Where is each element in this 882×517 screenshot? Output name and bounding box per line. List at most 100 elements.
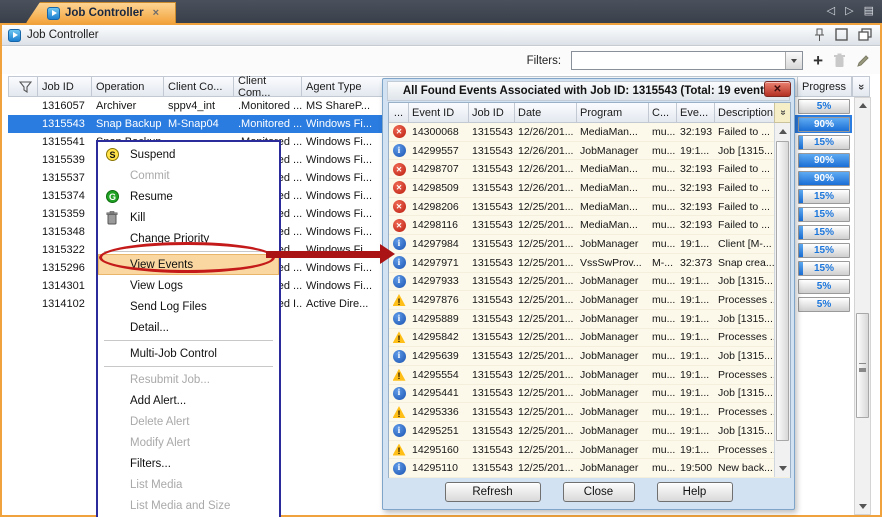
menu-item-multi-job-control[interactable]: Multi-Job Control: [98, 343, 279, 364]
combobox-dropdown-icon[interactable]: [785, 52, 802, 69]
event-code-cell: 32:193: [677, 126, 715, 138]
event-computer-cell: mu...: [649, 350, 677, 362]
event-row[interactable]: 14297933 1315543 12/25/201... JobManager…: [389, 273, 790, 292]
events-scrollbar-thumb[interactable]: [776, 141, 789, 441]
event-row[interactable]: 14295889 1315543 12/25/201... JobManager…: [389, 310, 790, 329]
menu-item-resume[interactable]: G Resume: [98, 186, 279, 207]
column-header-progress[interactable]: Progress: [798, 76, 852, 97]
events-column-chooser-icon[interactable]: »: [774, 103, 790, 123]
column-header-operation[interactable]: Operation: [92, 76, 164, 97]
event-id-column-header[interactable]: Event ID: [409, 103, 469, 123]
menu-item-kill[interactable]: Kill: [98, 207, 279, 228]
filter-funnel-icon[interactable]: [8, 76, 38, 97]
restore-cascade-icon[interactable]: [858, 28, 872, 41]
scroll-up-icon[interactable]: [776, 125, 789, 138]
add-filter-icon[interactable]: +: [813, 54, 823, 68]
event-row[interactable]: 14300068 1315543 12/26/201... MediaMan..…: [389, 123, 790, 142]
event-program-cell: JobManager: [577, 145, 649, 157]
dialog-close-icon[interactable]: ✕: [764, 81, 791, 97]
event-description-cell: Job [1315...: [715, 275, 775, 287]
job-client-co-cell: M-Snap04: [164, 115, 234, 133]
event-row[interactable]: 14295639 1315543 12/25/201... JobManager…: [389, 347, 790, 366]
event-job-id-column-header[interactable]: Job ID: [469, 103, 515, 123]
tab-job-controller[interactable]: Job Controller ×: [26, 2, 176, 23]
events-dialog: All Found Events Associated with Job ID:…: [382, 78, 795, 510]
event-severity-column-header[interactable]: ...: [389, 103, 409, 123]
jobs-scrollbar-thumb[interactable]: [856, 313, 869, 418]
menu-item-suspend[interactable]: S Suspend: [98, 144, 279, 165]
pane-header: Job Controller: [2, 25, 880, 46]
scroll-down-icon[interactable]: [856, 500, 869, 513]
event-id-cell: 14297984: [409, 238, 469, 250]
event-row[interactable]: 14298206 1315543 12/25/201... MediaMan..…: [389, 198, 790, 217]
close-button[interactable]: Close: [563, 482, 635, 502]
column-header-client-com[interactable]: Client Com...: [234, 76, 302, 97]
event-job-id-cell: 1315543: [469, 406, 515, 418]
tab-close-icon[interactable]: ×: [153, 7, 159, 19]
tab-next-icon[interactable]: ▷: [845, 4, 853, 17]
event-row[interactable]: 14295842 1315543 12/25/201... JobManager…: [389, 329, 790, 348]
tab-list-icon[interactable]: ▤: [864, 4, 874, 17]
scroll-down-icon[interactable]: [776, 462, 789, 475]
event-description-cell: Failed to ...: [715, 201, 775, 213]
event-row[interactable]: 14295554 1315543 12/25/201... JobManager…: [389, 366, 790, 385]
tab-prev-icon[interactable]: ◁: [827, 4, 835, 17]
event-row[interactable]: 14298509 1315543 12/26/201... MediaMan..…: [389, 179, 790, 198]
event-row[interactable]: 14297984 1315543 12/25/201... JobManager…: [389, 235, 790, 254]
event-row[interactable]: 14295110 1315543 12/25/201... JobManager…: [389, 459, 790, 478]
event-row[interactable]: 14295441 1315543 12/25/201... JobManager…: [389, 385, 790, 404]
event-code-column-header[interactable]: Eve...: [677, 103, 715, 123]
menu-item-list-media-and-size: List Media and Size: [98, 495, 279, 516]
edit-filter-icon[interactable]: [856, 54, 870, 68]
event-severity-cell: [389, 294, 409, 306]
event-date-cell: 12/25/201...: [515, 238, 577, 250]
event-row[interactable]: 14297971 1315543 12/25/201... VssSwProv.…: [389, 254, 790, 273]
filters-combobox-value[interactable]: [572, 52, 785, 69]
event-row[interactable]: 14295336 1315543 12/25/201... JobManager…: [389, 403, 790, 422]
help-button[interactable]: Help: [657, 482, 733, 502]
event-program-column-header[interactable]: Program: [577, 103, 649, 123]
event-id-cell: 14295441: [409, 387, 469, 399]
maximize-icon[interactable]: [835, 28, 848, 41]
pin-icon[interactable]: [814, 28, 825, 42]
event-row[interactable]: 14298116 1315543 12/25/201... MediaMan..…: [389, 216, 790, 235]
event-date-column-header[interactable]: Date: [515, 103, 577, 123]
events-scrollbar[interactable]: [774, 123, 790, 477]
menu-item-send-log-files[interactable]: Send Log Files: [98, 296, 279, 317]
event-row[interactable]: 14295160 1315543 12/25/201... JobManager…: [389, 441, 790, 460]
event-computer-cell: mu...: [649, 462, 677, 474]
menu-item-filters[interactable]: Filters...: [98, 453, 279, 474]
jobs-column-chooser-icon[interactable]: »: [852, 76, 870, 97]
event-row[interactable]: 14299557 1315543 12/26/201... JobManager…: [389, 142, 790, 161]
view-events-highlight-ellipse: [99, 242, 275, 273]
event-computer-cell: mu...: [649, 425, 677, 437]
event-row[interactable]: 14297876 1315543 12/25/201... JobManager…: [389, 291, 790, 310]
event-row[interactable]: 14298707 1315543 12/26/201... MediaMan..…: [389, 160, 790, 179]
job-progress-cell: 15%: [798, 133, 852, 151]
refresh-button[interactable]: Refresh: [445, 482, 541, 502]
jobs-scrollbar[interactable]: [854, 97, 871, 515]
menu-item-add-alert[interactable]: Add Alert...: [98, 390, 279, 411]
severity-icon: [393, 163, 406, 176]
job-progress-cell: 15%: [798, 223, 852, 241]
column-header-client-co[interactable]: Client Co...: [164, 76, 234, 97]
event-description-column-header[interactable]: Description: [715, 103, 775, 123]
event-program-cell: JobManager: [577, 462, 649, 474]
severity-icon: [393, 424, 406, 437]
events-dialog-titlebar[interactable]: All Found Events Associated with Job ID:…: [387, 81, 790, 101]
severity-icon: [393, 462, 406, 475]
scroll-up-icon[interactable]: [856, 99, 869, 112]
event-computer-column-header[interactable]: C...: [649, 103, 677, 123]
job-progress-cell: 5%: [798, 97, 852, 115]
event-description-cell: Failed to ...: [715, 182, 775, 194]
menu-item-view-logs[interactable]: View Logs: [98, 275, 279, 296]
event-job-id-cell: 1315543: [469, 350, 515, 362]
event-row[interactable]: 14295251 1315543 12/25/201... JobManager…: [389, 422, 790, 441]
filters-combobox[interactable]: [571, 51, 803, 70]
job-id-cell: 1315541: [38, 133, 92, 151]
column-header-job-id[interactable]: Job ID: [38, 76, 92, 97]
event-computer-cell: mu...: [649, 369, 677, 381]
event-id-cell: 14297933: [409, 275, 469, 287]
menu-item-detail[interactable]: Detail...: [98, 317, 279, 338]
event-computer-cell: mu...: [649, 313, 677, 325]
